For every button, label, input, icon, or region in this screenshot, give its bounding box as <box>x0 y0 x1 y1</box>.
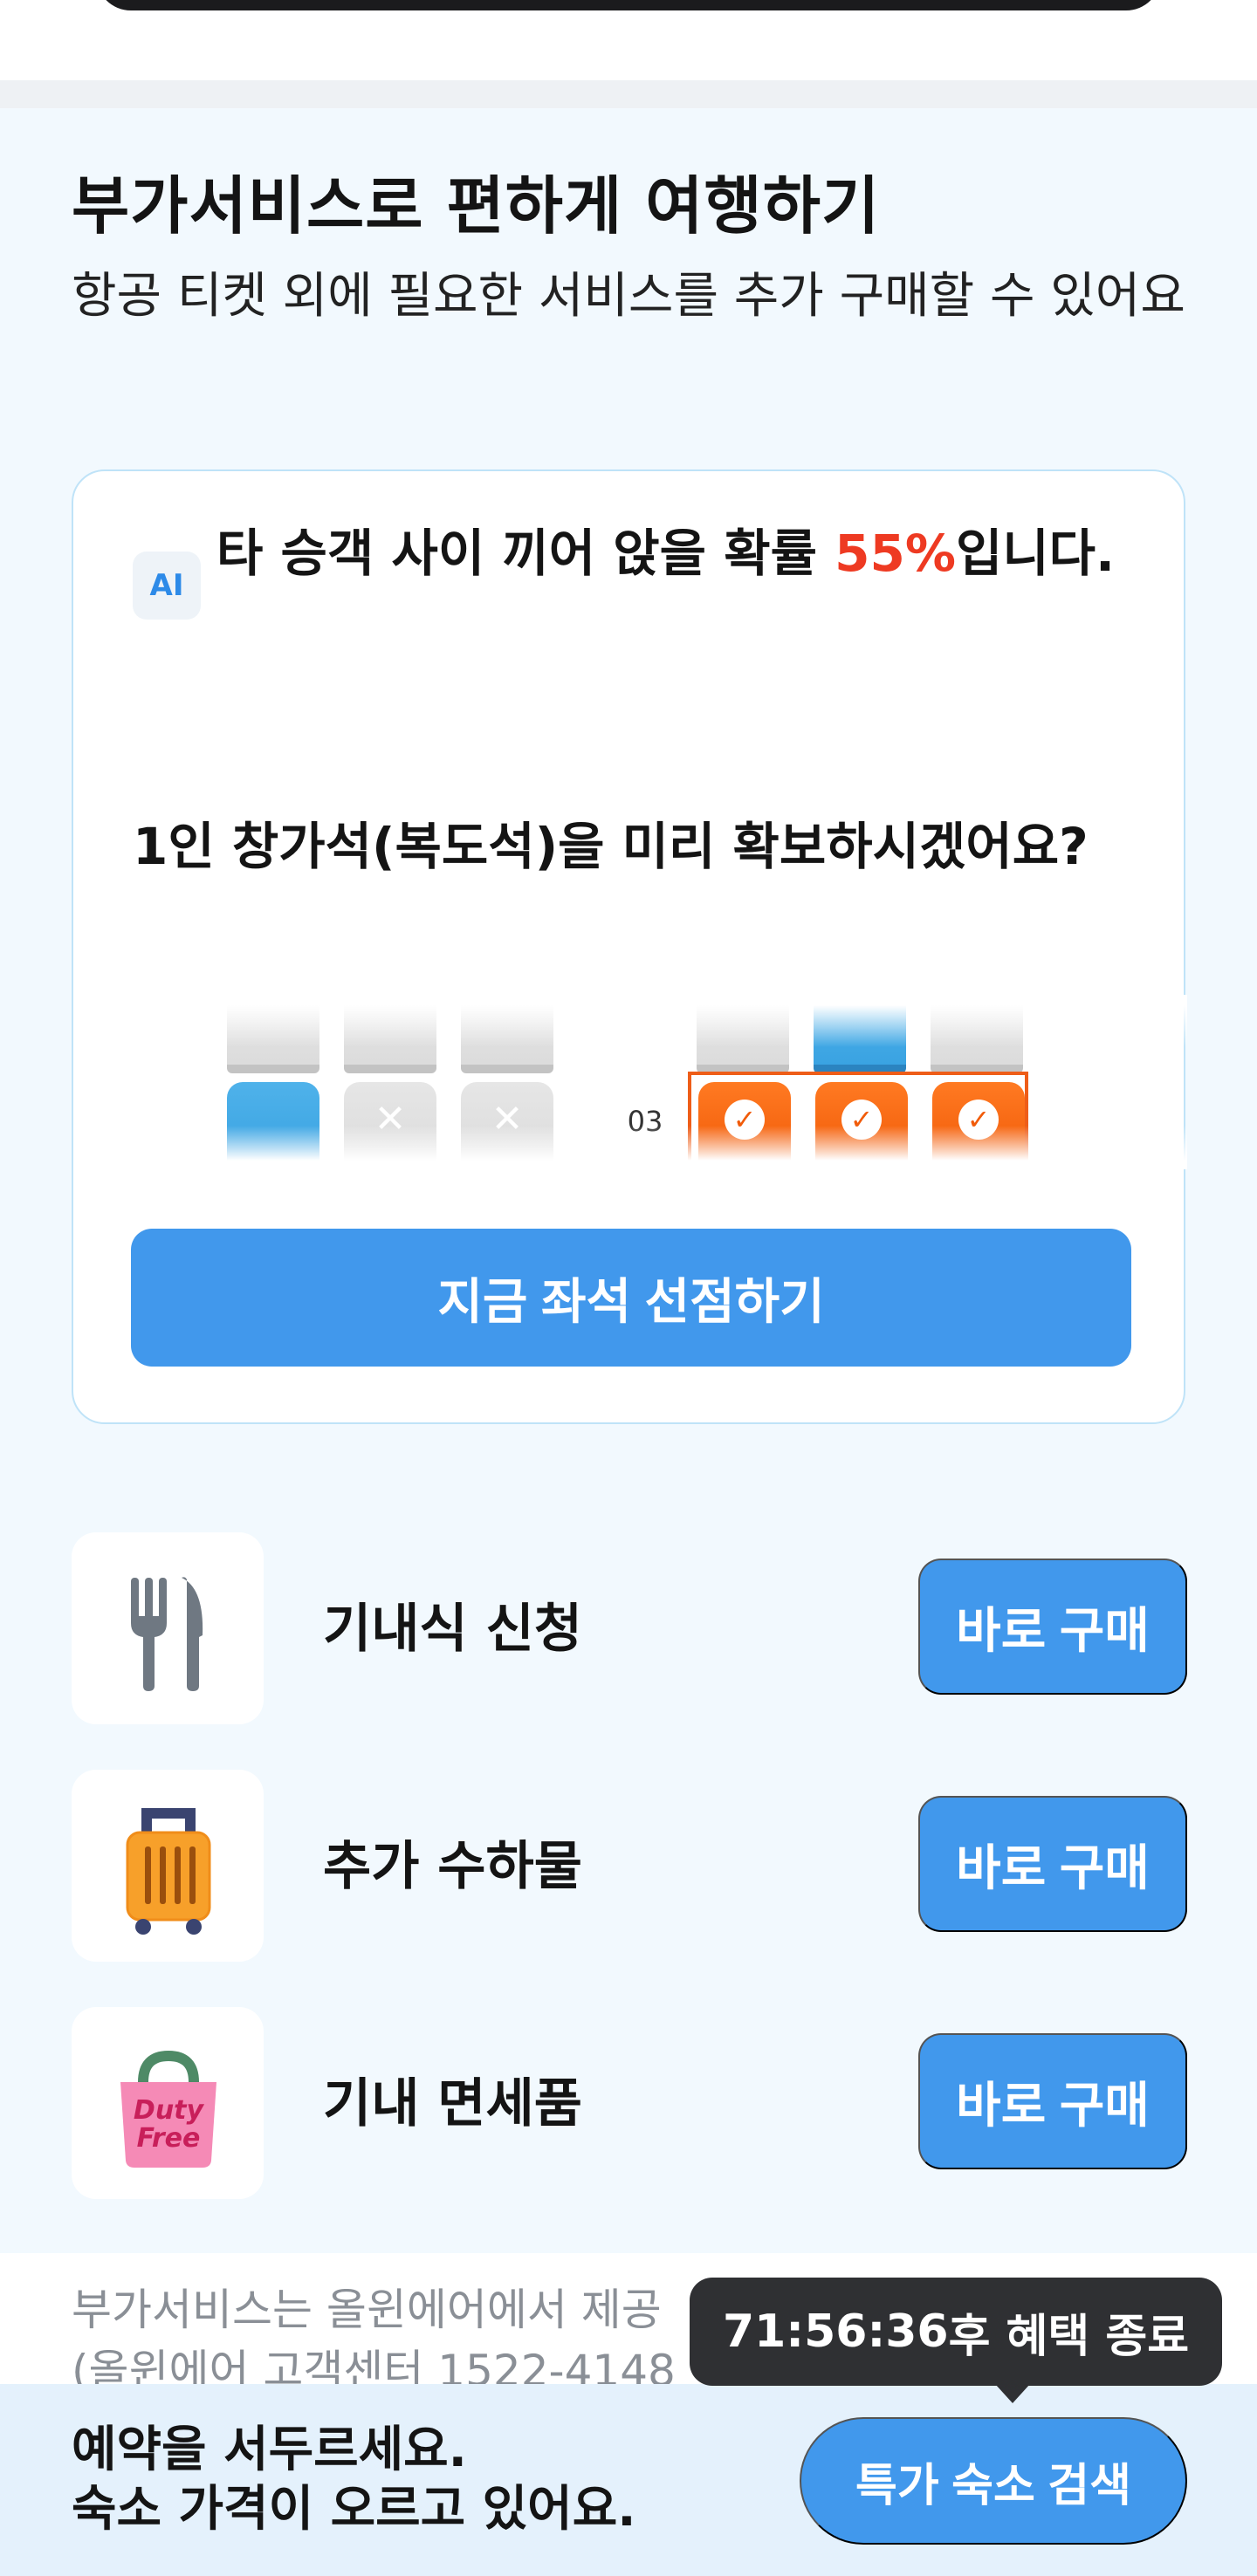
service-item-duty-free: Duty Free 기내 면세품 바로 구매 <box>72 2007 1187 2199</box>
duty-free-bag-icon: Duty Free <box>120 2050 216 2168</box>
duty-free-icon-box: Duty Free <box>72 2007 264 2199</box>
timer-suffix: 후 혜택 종료 <box>948 2310 1190 2363</box>
ai-badge: AI <box>133 552 201 620</box>
meal-icon-box <box>72 1532 264 1724</box>
bottom-message-line-1: 예약을 서두르세요. <box>72 2422 467 2478</box>
ai-text-before: 타 승객 사이 끼어 앉을 확률 <box>216 524 835 583</box>
service-label: 기내 면세품 <box>323 2073 582 2134</box>
timer-tooltip: 71:56:36 후 혜택 종료 <box>690 2278 1222 2386</box>
service-item-meal: 기내식 신청 바로 구매 <box>72 1532 1187 1724</box>
tooltip-arrow <box>995 2384 1030 2403</box>
seat-map-fade-top <box>73 995 1187 1047</box>
luggage-icon <box>126 1808 211 1935</box>
countdown-timer: 71:56:36 <box>722 2305 949 2358</box>
previous-section <box>0 0 1257 80</box>
fork-knife-icon <box>131 1577 203 1691</box>
buy-button[interactable]: 바로 구매 <box>918 1796 1187 1932</box>
ai-text-after: 입니다. <box>955 524 1116 583</box>
previous-button-edge[interactable] <box>96 0 1161 10</box>
select-seat-button[interactable]: 지금 좌석 선점하기 <box>131 1229 1131 1367</box>
ai-seat-card: AI 타 승객 사이 끼어 앉을 확률 55%입니다. 1인 창가석(복도석)을… <box>72 469 1187 1424</box>
buy-button[interactable]: 바로 구매 <box>918 2033 1187 2169</box>
service-item-baggage: 추가 수하물 바로 구매 <box>72 1770 1187 1962</box>
section-subtitle: 항공 티켓 외에 필요한 서비스를 추가 구매할 수 있어요 <box>72 268 1185 325</box>
seat-map-fade-bottom <box>73 1126 1187 1169</box>
section-divider <box>0 80 1257 108</box>
seat-map: ✕ ✕ 03 ✓ ✓ ✓ <box>73 995 1187 1169</box>
service-label: 기내식 신청 <box>323 1599 582 1660</box>
ai-probability-text: 타 승객 사이 끼어 앉을 확률 55%입니다. <box>216 528 1133 579</box>
service-label: 추가 수하물 <box>323 1836 582 1897</box>
bottom-message: 예약을 서두르세요. 숙소 가격이 오르고 있어요. <box>72 2421 635 2539</box>
svg-text:Duty: Duty <box>134 2095 205 2126</box>
probability-percent: 55% <box>835 524 956 583</box>
hotel-search-button[interactable]: 특가 숙소 검색 <box>800 2417 1187 2545</box>
buy-button[interactable]: 바로 구매 <box>918 1559 1187 1695</box>
svg-text:Free: Free <box>137 2123 201 2154</box>
section-title: 부가서비스로 편하게 여행하기 <box>72 169 881 243</box>
bottom-message-line-2: 숙소 가격이 오르고 있어요. <box>72 2481 636 2538</box>
seat-question: 1인 창가석(복도석)을 미리 확보하시겠어요? <box>133 817 1089 876</box>
baggage-icon-box <box>72 1770 264 1962</box>
